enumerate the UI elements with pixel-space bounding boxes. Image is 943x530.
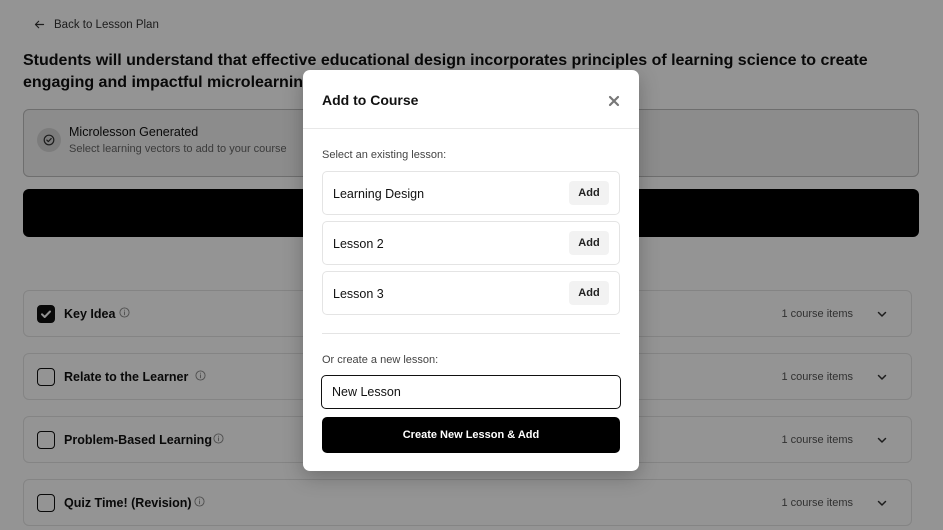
add-to-lesson-button[interactable]: Add <box>569 181 609 205</box>
create-new-lesson-button[interactable]: Create New Lesson & Add <box>322 417 620 453</box>
add-to-lesson-button[interactable]: Add <box>569 281 609 305</box>
lesson-option-learning-design: Learning Design Add <box>322 171 620 215</box>
lesson-name: Lesson 3 <box>333 287 384 301</box>
add-to-course-modal: Add to Course Select an existing lesson:… <box>303 70 639 471</box>
lesson-option-lesson-3: Lesson 3 Add <box>322 271 620 315</box>
close-icon[interactable] <box>607 94 621 108</box>
new-lesson-name-input[interactable] <box>321 375 621 409</box>
existing-lesson-label: Select an existing lesson: <box>322 149 447 161</box>
modal-title: Add to Course <box>322 92 419 108</box>
lesson-name: Learning Design <box>333 187 425 201</box>
create-lesson-label: Or create a new lesson: <box>322 354 439 366</box>
section-divider <box>322 333 620 334</box>
add-to-lesson-button[interactable]: Add <box>569 231 609 255</box>
lesson-option-lesson-2: Lesson 2 Add <box>322 221 620 265</box>
lesson-name: Lesson 2 <box>333 237 384 251</box>
modal-header-divider <box>303 128 639 129</box>
